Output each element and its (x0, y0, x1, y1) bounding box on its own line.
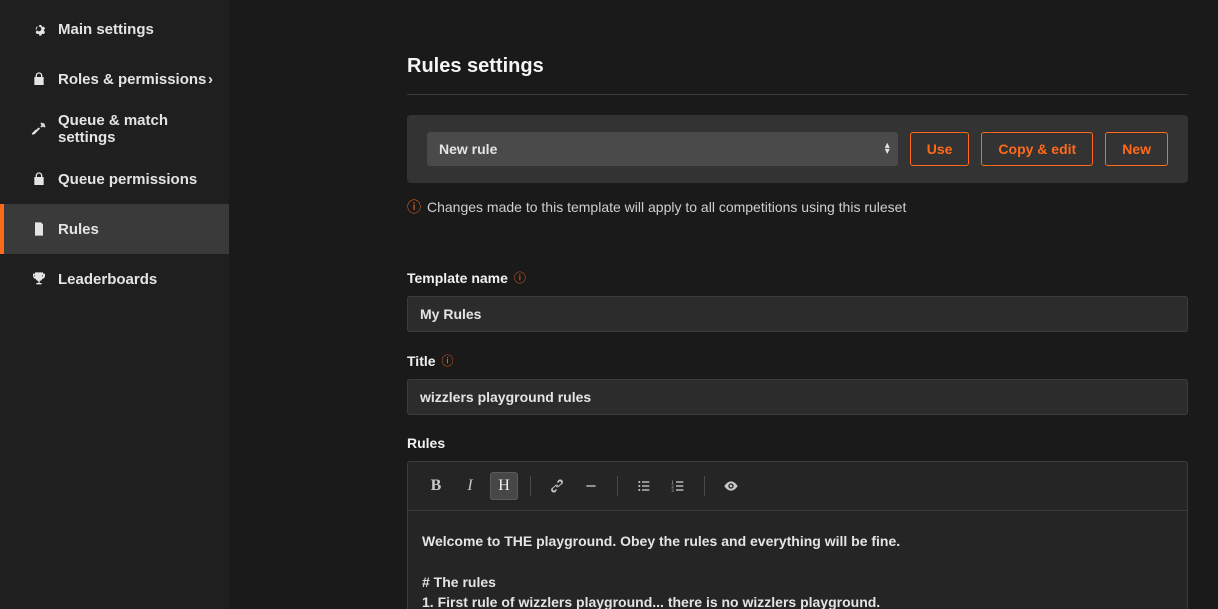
minus-button[interactable] (577, 472, 605, 500)
rules-label: Rules (407, 435, 1188, 451)
tools-icon (30, 121, 48, 137)
template-name-group: Template name ⓘ (407, 269, 1188, 332)
lock-icon (30, 171, 48, 187)
rule-actions-bar: ▴▾ Use Copy & edit New (407, 115, 1188, 183)
sidebar-item-queue-match[interactable]: Queue & match settings (0, 104, 229, 154)
info-icon: ⓘ (442, 352, 454, 369)
sidebar: Main settings Roles & permissions › Queu… (0, 0, 229, 609)
gear-icon (30, 21, 48, 37)
unordered-list-button[interactable] (630, 472, 658, 500)
link-button[interactable] (543, 472, 571, 500)
chevron-right-icon: › (208, 71, 213, 88)
template-name-input[interactable] (407, 296, 1188, 332)
heading-button[interactable]: H (490, 472, 518, 500)
editor-toolbar: B I H 123 (408, 462, 1187, 511)
ordered-list-button[interactable]: 123 (664, 472, 692, 500)
bold-button[interactable]: B (422, 472, 450, 500)
sidebar-item-roles-permissions[interactable]: Roles & permissions › (0, 54, 229, 104)
lock-icon (30, 71, 48, 87)
italic-button[interactable]: I (456, 472, 484, 500)
sidebar-item-leaderboards[interactable]: Leaderboards (0, 254, 229, 304)
title-group: Title ⓘ (407, 352, 1188, 415)
use-button[interactable]: Use (910, 132, 970, 166)
sidebar-label: Queue & match settings (58, 112, 213, 146)
rule-select-wrapper: ▴▾ (427, 132, 898, 166)
sidebar-item-main-settings[interactable]: Main settings (0, 4, 229, 54)
sidebar-label: Main settings (58, 21, 213, 38)
warning-message: ⓘ Changes made to this template will app… (407, 197, 1188, 217)
rules-group: Rules B I H 123 (407, 435, 1188, 609)
sidebar-label: Rules (58, 221, 213, 238)
main-content: Rules settings ▴▾ Use Copy & edit New ⓘ … (229, 0, 1218, 609)
svg-text:3: 3 (671, 489, 674, 494)
sidebar-label: Roles & permissions (58, 71, 208, 88)
toolbar-separator (617, 476, 618, 496)
new-button[interactable]: New (1105, 132, 1168, 166)
warning-text: Changes made to this template will apply… (427, 199, 906, 215)
sidebar-label: Queue permissions (58, 171, 213, 188)
toolbar-separator (530, 476, 531, 496)
title-input[interactable] (407, 379, 1188, 415)
title-label: Title ⓘ (407, 352, 1188, 369)
rules-editor: B I H 123 (407, 461, 1188, 609)
info-icon: ⓘ (514, 269, 526, 286)
trophy-icon (30, 271, 48, 287)
copy-edit-button[interactable]: Copy & edit (981, 132, 1093, 166)
sidebar-item-rules[interactable]: Rules (0, 204, 229, 254)
info-icon: ⓘ (407, 197, 421, 217)
rule-select[interactable] (427, 132, 898, 166)
rules-textarea[interactable]: Welcome to THE playground. Obey the rule… (408, 511, 1187, 609)
document-icon (30, 221, 48, 237)
toolbar-separator (704, 476, 705, 496)
page-title: Rules settings (407, 55, 1188, 95)
sidebar-item-queue-permissions[interactable]: Queue permissions (0, 154, 229, 204)
preview-button[interactable] (717, 472, 745, 500)
sidebar-label: Leaderboards (58, 271, 213, 288)
template-name-label: Template name ⓘ (407, 269, 1188, 286)
